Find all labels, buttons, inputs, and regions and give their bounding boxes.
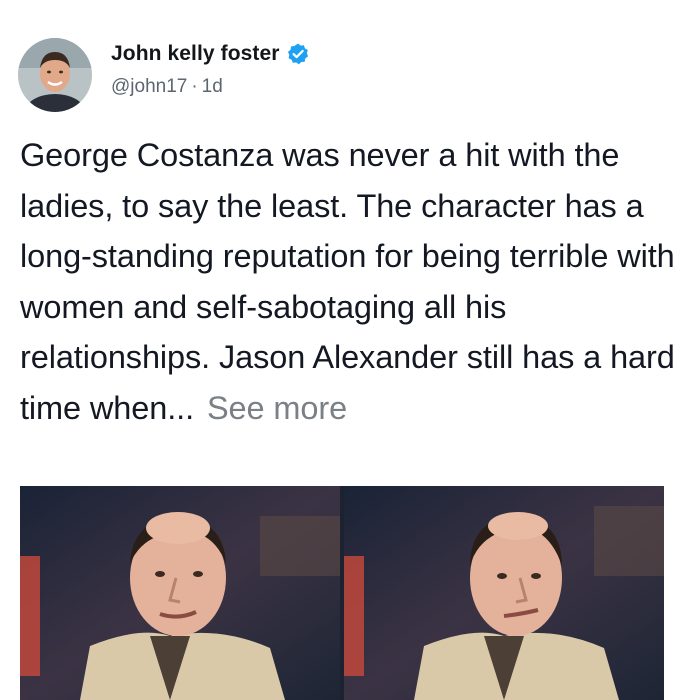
interview-still-right[interactable] [344,486,664,700]
author-display-name[interactable]: John kelly foster [111,42,280,66]
avatar-photo [18,38,92,112]
see-more-link[interactable]: See more [207,390,347,426]
tweet-body-text: George Costanza was never a hit with the… [20,137,675,426]
author-block: John kelly foster @john17 · 1d [111,40,310,100]
verified-badge-icon [286,42,310,66]
tweet-body: George Costanza was never a hit with the… [20,130,690,433]
meta-separator: · [191,76,198,97]
media-grid[interactable] [20,486,664,700]
timestamp[interactable]: 1d [202,74,223,100]
tweet-card: John kelly foster @john17 · 1d George Cost… [0,0,700,700]
interview-still-left[interactable] [20,486,340,700]
meta-row: @john17 · 1d [111,74,310,100]
avatar[interactable] [18,38,92,112]
author-handle[interactable]: @john17 [111,74,187,100]
name-row: John kelly foster [111,40,310,68]
